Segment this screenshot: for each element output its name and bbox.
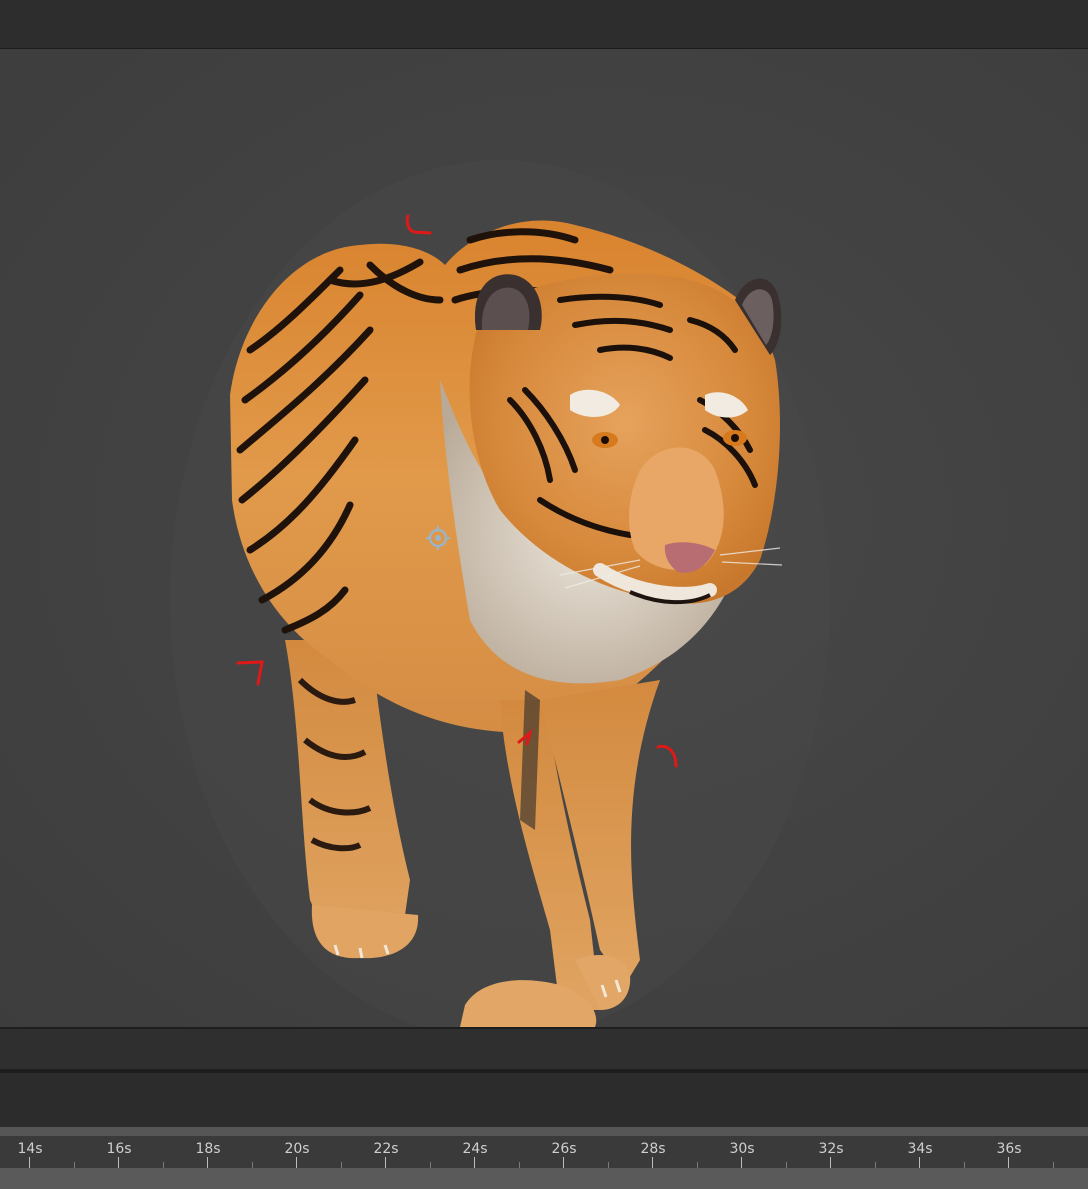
tiger-model[interactable]: [0, 49, 1088, 1027]
tick-label: 34s: [907, 1141, 933, 1157]
app-window: 14s 16s 18s 20s 22s 24s 26s 28s 30s 32s …: [0, 0, 1088, 1189]
tick-label: 14s: [17, 1141, 43, 1157]
timeline-tick: 14s: [10, 1136, 50, 1168]
timeline-tick: 26s: [544, 1136, 584, 1168]
track-area: [0, 1073, 1088, 1127]
timeline-ruler[interactable]: 14s 16s 18s 20s 22s 24s 26s 28s 30s 32s …: [0, 1136, 1088, 1168]
timeline-tick: 20s: [277, 1136, 317, 1168]
timeline-tick: 18s: [188, 1136, 228, 1168]
timeline-tick: 30s: [722, 1136, 762, 1168]
timeline-tick: 22s: [366, 1136, 406, 1168]
timeline-tick: 24s: [455, 1136, 495, 1168]
3d-viewport[interactable]: [0, 49, 1088, 1027]
tick-label: 28s: [640, 1141, 666, 1157]
timeline-header-edge: [0, 1127, 1088, 1136]
tick-label: 20s: [284, 1141, 310, 1157]
timeline-tick: 34s: [900, 1136, 940, 1168]
tick-label: 22s: [373, 1141, 399, 1157]
timeline-tick: 16s: [99, 1136, 139, 1168]
timeline-scrollbar[interactable]: [0, 1168, 1088, 1189]
tick-label: 24s: [462, 1141, 488, 1157]
timeline-tick: 28s: [633, 1136, 673, 1168]
tick-label: 36s: [996, 1141, 1022, 1157]
transport-bar: [0, 1027, 1088, 1071]
tick-label: 18s: [195, 1141, 221, 1157]
tick-label: 30s: [729, 1141, 755, 1157]
tick-label: 32s: [818, 1141, 844, 1157]
tick-label: 16s: [106, 1141, 132, 1157]
timeline-tick: 36s: [989, 1136, 1029, 1168]
timeline-tick: 32s: [811, 1136, 851, 1168]
top-toolbar: [0, 0, 1088, 49]
tick-label: 26s: [551, 1141, 577, 1157]
